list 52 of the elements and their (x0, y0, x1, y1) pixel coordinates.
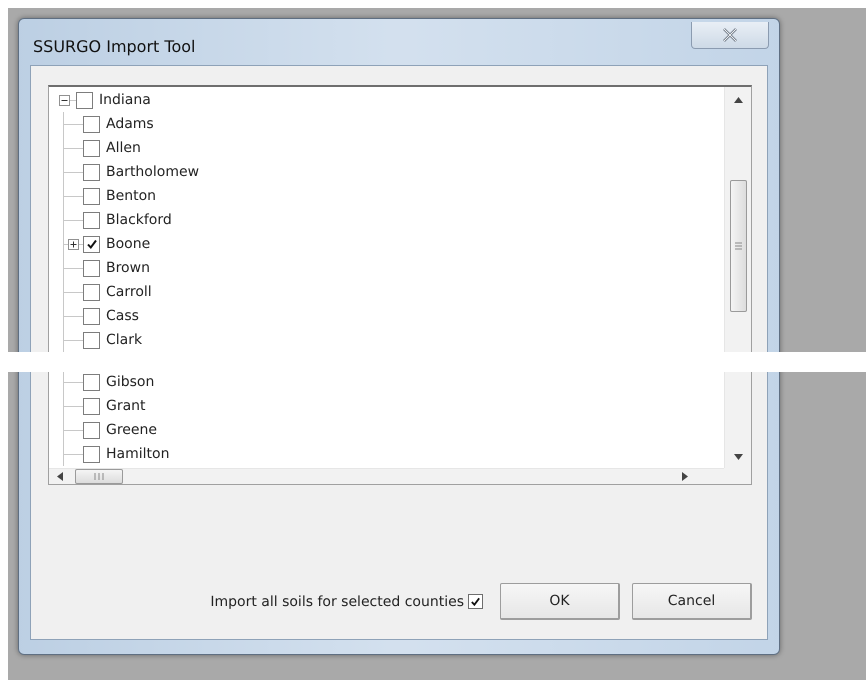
checkbox[interactable] (83, 422, 100, 438)
checkbox[interactable] (468, 594, 483, 609)
tree-item-label[interactable]: Grant (106, 398, 146, 414)
checkbox[interactable] (83, 116, 100, 132)
tree-item-label[interactable]: Indiana (99, 92, 151, 108)
checkbox[interactable] (83, 188, 100, 204)
close-button[interactable] (691, 22, 769, 49)
tree-item-label[interactable]: Clark (106, 332, 142, 348)
import-all-label: Import all soils for selected counties (210, 594, 464, 610)
close-icon (722, 28, 738, 42)
checkbox[interactable] (83, 398, 100, 414)
checkbox[interactable] (83, 260, 100, 276)
horizontal-scrollbar[interactable] (49, 468, 724, 484)
tree-item-label[interactable]: Greene (106, 422, 158, 438)
checkbox[interactable] (76, 92, 93, 108)
tree-item-label[interactable]: Carroll (106, 284, 152, 300)
checkbox[interactable] (83, 284, 100, 300)
checkbox[interactable] (83, 332, 100, 348)
tree-item-label[interactable]: Cass (106, 308, 139, 324)
check-icon (86, 238, 98, 250)
window-title: SSURGO Import Tool (33, 36, 196, 56)
up-arrow-icon[interactable] (734, 97, 742, 103)
checkbox[interactable] (83, 446, 100, 462)
collapse-toggle[interactable] (59, 94, 70, 106)
tree-item-label[interactable]: Blackford (106, 212, 172, 228)
scroll-thumb[interactable] (730, 180, 746, 312)
left-arrow-icon[interactable] (57, 472, 63, 481)
expand-toggle[interactable] (68, 238, 79, 250)
checkbox[interactable] (83, 374, 100, 390)
down-arrow-icon[interactable] (734, 454, 742, 460)
tree-item-label[interactable]: Bartholomew (106, 164, 200, 180)
grip-icon (94, 473, 104, 480)
right-arrow-icon[interactable] (682, 472, 688, 481)
plus-icon (70, 240, 77, 248)
ok-button[interactable]: OK (500, 583, 620, 620)
checkbox[interactable] (83, 308, 100, 324)
tree-item-label[interactable]: Allen (106, 140, 141, 156)
check-icon (470, 596, 481, 607)
tree-item-label[interactable]: Benton (106, 188, 156, 204)
tree-item-label[interactable]: Gibson (106, 374, 154, 390)
cancel-button[interactable]: Cancel (632, 583, 752, 620)
scroll-thumb[interactable] (75, 469, 123, 484)
checkbox[interactable] (83, 140, 100, 156)
tree-item-label[interactable]: Adams (106, 116, 154, 132)
tree-item-label[interactable]: Hamilton (106, 446, 170, 462)
checkbox[interactable] (83, 164, 100, 180)
checkbox[interactable] (83, 236, 100, 252)
tree-item-label[interactable]: Boone (106, 236, 150, 252)
grip-icon (734, 242, 742, 250)
tree-item-label[interactable]: Brown (106, 260, 150, 276)
vertical-scrollbar[interactable] (724, 87, 751, 468)
checkbox[interactable] (83, 212, 100, 228)
